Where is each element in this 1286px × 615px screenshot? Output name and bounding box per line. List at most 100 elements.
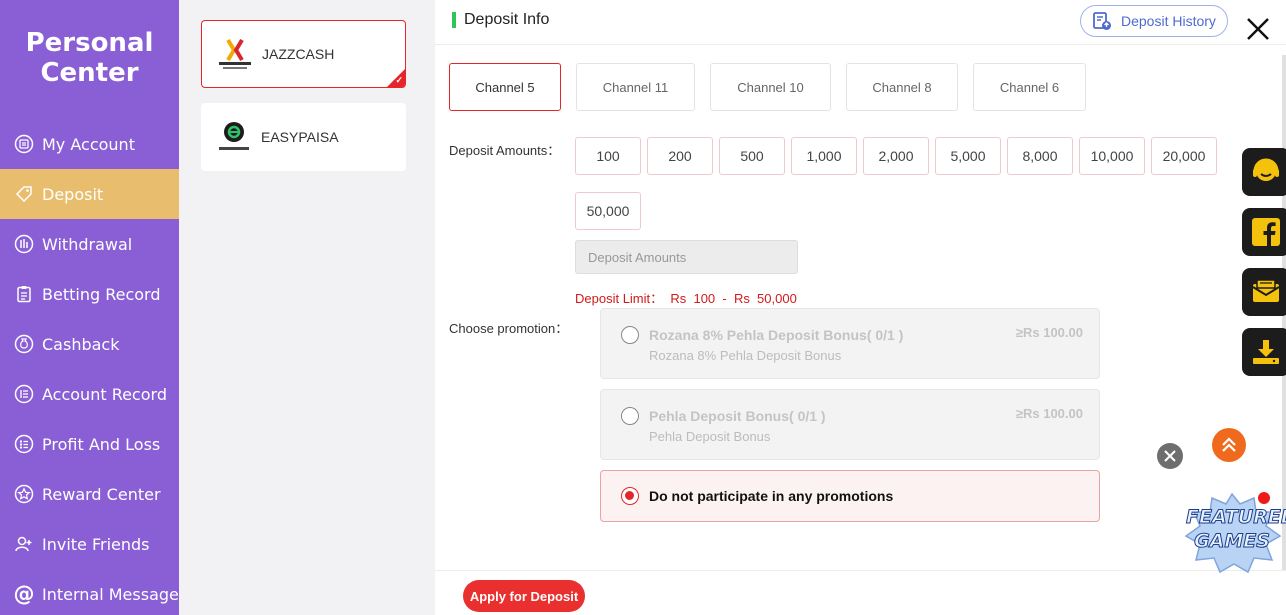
facebook-icon xyxy=(1252,218,1280,246)
money-bag-icon xyxy=(14,334,34,354)
history-document-icon xyxy=(1093,12,1111,30)
tab-channel-10[interactable]: Channel 10 xyxy=(710,63,831,111)
user-card-icon xyxy=(14,134,34,154)
promotion-min-amount: ≥Rs 100.00 xyxy=(1015,406,1083,421)
payment-methods-column: JAZZCASH ✓ EASYPAISA xyxy=(179,0,435,615)
deposit-history-button[interactable]: Deposit History xyxy=(1080,5,1228,37)
sidebar-item-label: Betting Record xyxy=(42,284,161,304)
deposit-limit-text: Deposit Limit： Rs 100 - Rs 50,000 xyxy=(575,291,797,306)
sidebar-item-internal-message[interactable]: @ Internal Message xyxy=(0,569,179,615)
notification-dot xyxy=(1257,491,1271,505)
method-jazzcash[interactable]: JAZZCASH ✓ xyxy=(201,20,406,88)
at-icon: @ xyxy=(13,582,35,606)
radio-button-selected[interactable] xyxy=(621,487,639,505)
withdrawal-icon xyxy=(14,234,34,254)
tab-channel-5[interactable]: Channel 5 xyxy=(449,63,561,111)
sidebar-item-label: Withdrawal xyxy=(42,234,133,254)
sidebar-item-label: Account Record xyxy=(42,384,167,404)
sidebar-item-reward-center[interactable]: Reward Center xyxy=(0,469,179,519)
promotion-option-none[interactable]: Do not participate in any promotions xyxy=(600,470,1100,522)
sidebar-item-label: Profit And Loss xyxy=(42,434,161,454)
add-user-icon xyxy=(14,534,34,554)
easypaisa-logo xyxy=(215,118,253,156)
sidebar-item-account-record[interactable]: Account Record xyxy=(0,369,179,419)
clipboard-icon xyxy=(14,284,34,304)
amount-button[interactable]: 500 xyxy=(719,137,785,175)
history-label: Deposit History xyxy=(1121,13,1216,29)
amount-button[interactable]: 5,000 xyxy=(935,137,1001,175)
close-icon xyxy=(1164,450,1176,462)
promotion-title: Pehla Deposit Bonus( 0/1 ) xyxy=(649,408,826,424)
method-name: JAZZCASH xyxy=(262,46,335,62)
double-chevron-up-icon xyxy=(1222,437,1236,452)
panel-footer: Apply for Deposit xyxy=(435,570,1286,615)
amount-button[interactable]: 100 xyxy=(575,137,641,175)
sidebar-title-line1: Personal xyxy=(25,28,154,58)
deposit-panel: Deposit Info Deposit History Channel 5 C… xyxy=(435,0,1286,615)
chart-list-icon xyxy=(14,434,34,454)
sidebar-item-betting-record[interactable]: Betting Record xyxy=(0,269,179,319)
sidebar-item-profit-and-loss[interactable]: Profit And Loss xyxy=(0,419,179,469)
promotion-option-pehla[interactable]: Pehla Deposit Bonus( 0/1 ) Pehla Deposit… xyxy=(600,389,1100,460)
deposit-amounts-label: Deposit Amounts： xyxy=(449,143,561,158)
amount-button[interactable]: 10,000 xyxy=(1079,137,1145,175)
header-accent-bar xyxy=(452,12,456,28)
jazzcash-logo xyxy=(216,35,254,73)
promotion-label: Choose promotion： xyxy=(449,321,569,336)
list-icon xyxy=(14,384,34,404)
tab-channel-6[interactable]: Channel 6 xyxy=(973,63,1086,111)
deposit-tag-icon xyxy=(14,184,34,204)
amount-button[interactable]: 1,000 xyxy=(791,137,857,175)
star-icon xyxy=(14,484,34,504)
deposit-amount-input[interactable] xyxy=(575,240,798,274)
dismiss-featured-button[interactable] xyxy=(1157,443,1183,469)
method-easypaisa[interactable]: EASYPAISA xyxy=(201,103,406,171)
radio-button[interactable] xyxy=(621,326,639,344)
page-title: Deposit Info xyxy=(464,11,550,28)
panel-header: Deposit Info Deposit History xyxy=(435,0,1286,45)
sidebar-item-label: Deposit xyxy=(42,184,104,204)
promotion-subtitle: Pehla Deposit Bonus xyxy=(649,429,771,444)
sidebar-item-deposit[interactable]: Deposit xyxy=(0,169,179,219)
amount-button[interactable]: 50,000 xyxy=(575,192,641,230)
amount-button[interactable]: 200 xyxy=(647,137,713,175)
customer-support-icon xyxy=(1253,158,1279,181)
amount-button[interactable]: 2,000 xyxy=(863,137,929,175)
sidebar-title: Personal Center xyxy=(0,28,179,88)
sidebar-item-cashback[interactable]: Cashback xyxy=(0,319,179,369)
mail-button[interactable] xyxy=(1242,268,1286,316)
featured-text-line2: GAMES xyxy=(1194,530,1271,553)
promotion-title: Rozana 8% Pehla Deposit Bonus( 0/1 ) xyxy=(649,327,904,343)
promotion-min-amount: ≥Rs 100.00 xyxy=(1015,325,1083,340)
promotion-subtitle: Rozana 8% Pehla Deposit Bonus xyxy=(649,348,842,363)
featured-text-line1: FEATURED xyxy=(1186,506,1286,529)
amount-button[interactable]: 8,000 xyxy=(1007,137,1073,175)
promotion-option-rozana[interactable]: Rozana 8% Pehla Deposit Bonus( 0/1 ) Roz… xyxy=(600,308,1100,379)
sidebar-item-label: My Account xyxy=(42,134,135,154)
tab-channel-11[interactable]: Channel 11 xyxy=(576,63,695,111)
close-icon[interactable] xyxy=(1245,16,1271,42)
customer-support-button[interactable] xyxy=(1242,148,1286,196)
checkmark-icon: ✓ xyxy=(395,75,403,85)
deposit-page: Personal Center My Account Deposit Withd… xyxy=(0,0,1286,615)
sidebar-item-invite-friends[interactable]: Invite Friends xyxy=(0,519,179,569)
download-icon xyxy=(1253,340,1279,364)
mail-icon xyxy=(1252,279,1280,302)
amount-button[interactable]: 20,000 xyxy=(1151,137,1217,175)
sidebar: Personal Center My Account Deposit Withd… xyxy=(0,0,179,615)
download-button[interactable] xyxy=(1242,328,1286,376)
sidebar-item-label: Invite Friends xyxy=(42,534,150,554)
radio-button[interactable] xyxy=(621,407,639,425)
sidebar-item-my-account[interactable]: My Account xyxy=(0,119,179,169)
facebook-button[interactable] xyxy=(1242,208,1286,256)
sidebar-item-label: Cashback xyxy=(42,334,120,354)
sidebar-item-withdrawal[interactable]: Withdrawal xyxy=(0,219,179,269)
scroll-to-top-button[interactable] xyxy=(1212,428,1246,462)
apply-deposit-button[interactable]: Apply for Deposit xyxy=(463,580,585,612)
method-name: EASYPAISA xyxy=(261,129,339,145)
sidebar-item-label: Internal Message xyxy=(42,584,179,604)
promotion-title: Do not participate in any promotions xyxy=(649,488,894,504)
tab-channel-8[interactable]: Channel 8 xyxy=(846,63,958,111)
sidebar-title-line2: Center xyxy=(40,58,139,88)
sidebar-item-label: Reward Center xyxy=(42,484,161,504)
